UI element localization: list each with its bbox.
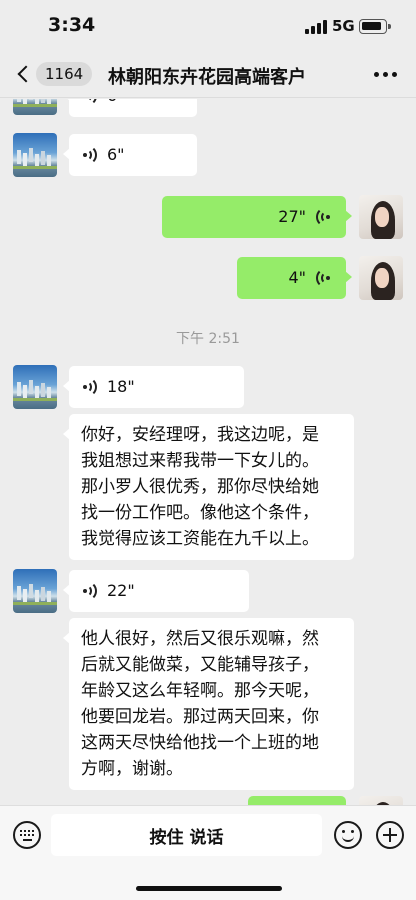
voice-duration: 6" <box>107 99 125 109</box>
voice-wave-icon <box>83 581 99 601</box>
my-avatar[interactable] <box>359 796 403 805</box>
voice-message-sent[interactable]: 27" <box>162 196 352 238</box>
input-bar: 按住 说话 <box>0 805 416 900</box>
transcript-line: 后就又能做菜，又能辅导孩子， <box>81 655 319 675</box>
transcript-line: 找一份工作吧。像他这个条件， <box>81 503 319 523</box>
message-timestamp: 下午 2:51 <box>176 331 240 347</box>
contact-avatar[interactable] <box>13 99 57 115</box>
transcript-line: 我姐想过来帮我带一下女儿的。 <box>81 451 319 471</box>
status-time: 3:34 <box>48 14 96 36</box>
battery-icon <box>359 19 391 34</box>
unread-count-badge: 1164 <box>36 62 93 86</box>
transcript-line: 方啊，谢谢。 <box>81 759 183 779</box>
voice-wave-icon <box>83 377 99 397</box>
status-bar: 3:34 5G <box>0 0 416 50</box>
voice-wave-icon <box>314 207 336 227</box>
voice-message[interactable]: 22" <box>63 570 249 612</box>
my-avatar[interactable] <box>359 195 403 239</box>
home-indicator[interactable] <box>136 886 282 891</box>
voice-duration: 6" <box>107 145 125 164</box>
network-type: 5G <box>332 17 355 35</box>
my-avatar[interactable] <box>359 256 403 300</box>
transcript-line: 这两天尽快给他找一个上班的地 <box>81 733 319 753</box>
transcript-line: 我觉得应该工资能在九千以上。 <box>81 529 319 549</box>
voice-duration: 18" <box>107 377 135 396</box>
transcript-line: 那小罗人很优秀，那你尽快给她 <box>81 477 319 497</box>
voice-message-sent[interactable]: 4" <box>237 257 352 299</box>
message-list[interactable]: 6" 6" 27" 4" 下午 2:51 18" 你好，安经理呀，我这边呢，是 … <box>0 99 416 805</box>
voice-message[interactable]: 6" <box>63 134 197 176</box>
transcript-line: 他要回龙岩。那过两天回来，你 <box>81 707 319 727</box>
transcript-line: 年龄又这么年轻啊。那今天呢， <box>81 681 319 701</box>
voice-duration: 22" <box>107 581 135 600</box>
voice-message[interactable]: 6" <box>63 99 197 117</box>
voice-wave-icon <box>83 99 99 106</box>
voice-duration: 27" <box>278 207 306 226</box>
transcript-line: 他人很好，然后又很乐观嘛，然 <box>81 629 319 649</box>
contact-avatar[interactable] <box>13 133 57 177</box>
signal-icon <box>305 20 327 34</box>
more-dots-icon[interactable] <box>374 72 398 78</box>
voice-transcript[interactable]: 他人很好，然后又很乐观嘛，然 后就又能做菜，又能辅导孩子， 年龄又这么年轻啊。那… <box>63 618 354 790</box>
contact-avatar[interactable] <box>13 569 57 613</box>
back-button[interactable]: 1164 <box>12 59 93 89</box>
voice-wave-icon <box>83 145 99 165</box>
contact-avatar[interactable] <box>13 365 57 409</box>
voice-transcript[interactable]: 你好，安经理呀，我这边呢，是 我姐想过来帮我带一下女儿的。 那小罗人很优秀，那你… <box>63 414 354 560</box>
keyboard-icon[interactable] <box>13 821 41 849</box>
voice-message-sent[interactable] <box>248 796 346 805</box>
plus-icon[interactable] <box>376 821 404 849</box>
hold-to-talk-button[interactable]: 按住 说话 <box>51 814 322 856</box>
emoji-icon[interactable] <box>334 821 362 849</box>
chat-title: 林朝阳东卉花园高端客户 <box>108 67 306 88</box>
voice-wave-icon <box>314 268 336 288</box>
voice-duration: 4" <box>288 268 306 287</box>
chat-header: 1164 林朝阳东卉花园高端客户 <box>0 50 416 98</box>
voice-message[interactable]: 18" <box>63 366 244 408</box>
chevron-left-icon <box>17 65 35 83</box>
transcript-line: 你好，安经理呀，我这边呢，是 <box>81 425 319 445</box>
